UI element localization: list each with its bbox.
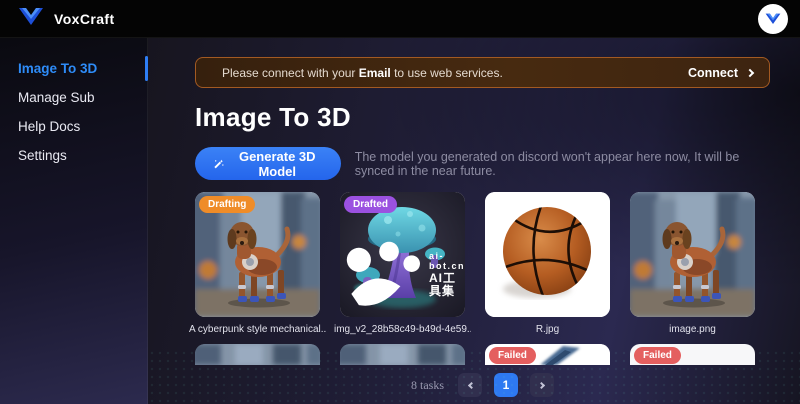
chevron-left-icon [467, 381, 474, 388]
sidebar-item-image-to-3d[interactable]: Image To 3D [0, 54, 147, 83]
connect-button[interactable]: Connect [688, 66, 753, 80]
prev-page-button[interactable] [458, 373, 482, 397]
task-caption: img_v2_28b58c49-b49d-4e59... [334, 324, 471, 335]
sidebar-item-help-docs[interactable]: Help Docs [0, 112, 147, 141]
watermark-url: ai-bot.cn [429, 252, 465, 272]
task-card[interactable]: Drafted ai-bot.cn AI工具集 [340, 192, 465, 335]
next-page-button[interactable] [530, 373, 554, 397]
task-grid-row-2: Failed Failed [195, 344, 770, 365]
tasks-count: 8 tasks [411, 378, 444, 393]
thumbnail-cyberpunk-dog [630, 192, 755, 317]
brand[interactable]: VoxCraft [18, 6, 115, 31]
task-card-partial[interactable] [195, 344, 320, 365]
task-card-partial[interactable]: Failed [485, 344, 610, 365]
task-caption: R.jpg [479, 324, 616, 335]
chevron-right-icon [746, 68, 754, 76]
task-grid: Drafting A cyberpunk style mechanical...… [195, 192, 770, 335]
sidebar: Image To 3D Manage Sub Help Docs Setting… [0, 38, 148, 404]
generate-label: Generate 3D Model [232, 149, 323, 179]
actions-row: Generate 3D Model The model you generate… [195, 147, 770, 180]
banner-message: Please connect with your Email to use we… [222, 66, 503, 80]
paw-icon [340, 241, 423, 309]
page-title: Image To 3D [195, 102, 770, 133]
task-card[interactable]: image.png [630, 192, 755, 335]
status-badge: Drafting [199, 196, 255, 213]
task-card[interactable]: Drafting A cyberpunk style mechanical... [195, 192, 320, 335]
connect-label: Connect [688, 66, 738, 80]
task-card-partial[interactable]: Failed [630, 344, 755, 365]
sidebar-item-label: Help Docs [18, 119, 80, 134]
watermark-cn: AI工具集 [429, 272, 465, 298]
status-badge: Drafted [344, 196, 397, 213]
task-card[interactable]: R.jpg [485, 192, 610, 335]
user-avatar[interactable] [758, 4, 788, 34]
status-badge: Failed [634, 347, 681, 364]
discord-sync-notice: The model you generated on discord won't… [355, 150, 770, 178]
generate-3d-model-button[interactable]: Generate 3D Model [195, 147, 341, 180]
task-caption: A cyberpunk style mechanical... [189, 324, 326, 335]
sidebar-item-label: Image To 3D [18, 61, 97, 76]
thumbnail-cyberpunk-dog: Drafting [195, 192, 320, 317]
pagination: 8 tasks 1 [195, 373, 770, 397]
main-content: Please connect with your Email to use we… [148, 38, 800, 404]
page-1-button[interactable]: 1 [494, 373, 518, 397]
status-badge: Failed [489, 347, 536, 364]
sidebar-item-manage-sub[interactable]: Manage Sub [0, 83, 147, 112]
voxcraft-logo-icon [18, 6, 44, 31]
avatar-logo-icon [765, 12, 781, 25]
sidebar-item-label: Settings [18, 148, 67, 163]
app-header: VoxCraft [0, 0, 800, 38]
brand-name: VoxCraft [54, 11, 115, 27]
watermark: ai-bot.cn AI工具集 [340, 241, 465, 309]
chevron-right-icon [537, 381, 544, 388]
magic-wand-icon [213, 157, 224, 171]
app-window: VoxCraft Image To 3D Manage Sub Help Doc… [0, 0, 800, 404]
thumbnail-basketball [485, 192, 610, 317]
task-card-partial[interactable] [340, 344, 465, 365]
email-connect-banner: Please connect with your Email to use we… [195, 57, 770, 88]
sidebar-item-settings[interactable]: Settings [0, 141, 147, 170]
sidebar-item-label: Manage Sub [18, 90, 95, 105]
thumbnail-mushroom: Drafted ai-bot.cn AI工具集 [340, 192, 465, 317]
task-caption: image.png [624, 324, 761, 335]
